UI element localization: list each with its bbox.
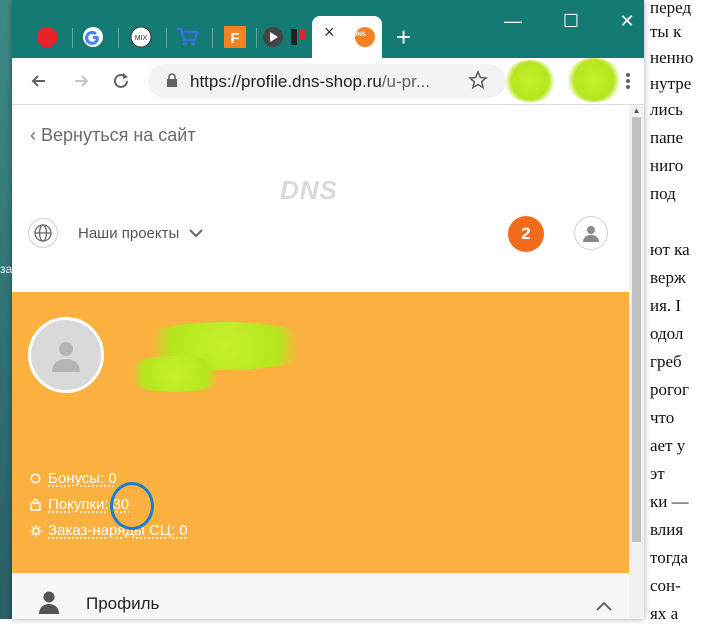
doc-line: одол bbox=[650, 324, 684, 343]
play-icon[interactable] bbox=[260, 24, 286, 50]
f-icon[interactable]: F bbox=[222, 24, 248, 50]
red-stop-icon[interactable] bbox=[34, 24, 60, 50]
doc-line: лись bbox=[650, 100, 683, 119]
doc-line: ниго bbox=[650, 156, 684, 175]
doc-line: влия bbox=[650, 520, 684, 539]
globe-icon bbox=[28, 218, 58, 248]
tab-separator bbox=[212, 28, 213, 48]
tab-separator bbox=[256, 28, 257, 48]
highlight-annotation bbox=[110, 482, 154, 530]
forward-arrow-icon[interactable] bbox=[66, 66, 96, 96]
chevron-up-icon[interactable] bbox=[596, 598, 612, 616]
url-path: /u-pr... bbox=[381, 72, 431, 91]
google-icon[interactable] bbox=[80, 24, 106, 50]
dns-logo[interactable]: DNS bbox=[280, 175, 338, 206]
lock-icon bbox=[166, 73, 178, 93]
redaction-blob bbox=[504, 60, 556, 102]
browser-toolbar: https://profile.dns-shop.ru/u-pr... bbox=[12, 58, 644, 105]
maximize-button[interactable]: ☐ bbox=[556, 10, 586, 32]
tab-separator bbox=[166, 28, 167, 48]
doc-line: ях а bbox=[650, 604, 679, 623]
doc-line: греб bbox=[650, 352, 682, 371]
circle-icon bbox=[30, 473, 42, 484]
browser-window: — ☐ ✕ MIX F × DNS + https://profile.dns-… bbox=[12, 0, 644, 619]
doc-line: папе bbox=[650, 128, 684, 147]
url-host: https://profile.dns-shop.ru bbox=[190, 72, 382, 91]
address-bar[interactable]: https://profile.dns-shop.ru/u-pr... bbox=[148, 64, 506, 98]
chevron-down-icon bbox=[189, 228, 204, 238]
gear-icon bbox=[30, 524, 42, 537]
profile-label: Профиль bbox=[86, 594, 160, 613]
scrollbar-thumb[interactable] bbox=[632, 117, 641, 542]
doc-line: ки — bbox=[650, 492, 689, 511]
back-arrow-icon[interactable] bbox=[24, 66, 54, 96]
new-tab-button[interactable]: + bbox=[396, 22, 411, 53]
user-icon[interactable] bbox=[574, 216, 608, 250]
notification-badge[interactable]: 2 bbox=[508, 216, 544, 252]
desktop-edge-text: за bbox=[0, 262, 12, 276]
tab-bar: — ☐ ✕ MIX F × DNS + bbox=[12, 0, 644, 62]
doc-line: ют ка bbox=[650, 240, 690, 259]
doc-line: что bbox=[650, 408, 675, 427]
cart-icon[interactable] bbox=[174, 24, 200, 50]
reload-icon[interactable] bbox=[106, 66, 136, 96]
redaction-blob bbox=[566, 58, 622, 102]
bonuses-link[interactable]: Бонусы: 0 bbox=[48, 470, 117, 487]
profile-section-header[interactable]: Профиль bbox=[12, 573, 637, 619]
redaction-blob bbox=[120, 356, 230, 392]
mix-icon[interactable]: MIX bbox=[128, 24, 154, 50]
doc-line: сон- bbox=[650, 576, 681, 595]
doc-line: эт bbox=[650, 464, 665, 483]
doc-line: ненно bbox=[650, 48, 694, 67]
doc-line: тогда bbox=[650, 548, 689, 567]
svg-text:MIX: MIX bbox=[135, 35, 148, 42]
menu-dots-icon[interactable] bbox=[618, 66, 638, 96]
bookmark-icon[interactable] bbox=[286, 24, 312, 50]
doc-line: нутре bbox=[650, 74, 692, 93]
dns-icon-text: DNS bbox=[353, 32, 366, 38]
scroll-up-arrow-icon[interactable]: ▲ bbox=[632, 107, 641, 115]
back-to-site-link[interactable]: ‹ Вернуться на сайт bbox=[30, 125, 196, 146]
bag-icon bbox=[30, 498, 42, 511]
star-icon[interactable] bbox=[468, 69, 488, 95]
doc-line: ты к bbox=[650, 22, 682, 41]
close-window-button[interactable]: ✕ bbox=[612, 10, 642, 32]
tab-separator bbox=[72, 28, 73, 48]
page-content: ‹ Вернуться на сайт DNS Наши проекты 2 Б… bbox=[12, 105, 644, 619]
doc-line: верж bbox=[650, 268, 686, 287]
profile-card: Бонусы: 0 Покупки: 30 Заказ-наряды СЦ: 0 bbox=[12, 292, 637, 573]
doc-line: перед bbox=[650, 0, 692, 17]
desktop-edge bbox=[0, 0, 12, 619]
close-tab-icon[interactable]: × bbox=[324, 22, 335, 43]
doc-line: ает у bbox=[650, 436, 686, 455]
tab-separator bbox=[118, 28, 119, 48]
url-text[interactable]: https://profile.dns-shop.ru/u-pr... bbox=[190, 72, 455, 92]
minimize-button[interactable]: — bbox=[498, 10, 528, 32]
bonuses-stat[interactable]: Бонусы: 0 bbox=[30, 470, 117, 487]
scrollbar[interactable]: ▲ bbox=[629, 105, 644, 619]
person-icon bbox=[38, 590, 60, 619]
doc-line: под bbox=[650, 184, 676, 203]
purchases-link[interactable]: Покупки: bbox=[48, 496, 109, 513]
projects-label: Наши проекты bbox=[78, 224, 180, 242]
svg-text:F: F bbox=[230, 30, 239, 47]
avatar[interactable] bbox=[28, 317, 104, 393]
projects-dropdown[interactable]: Наши проекты bbox=[28, 217, 204, 249]
doc-line: рогог bbox=[650, 380, 690, 399]
orders-stat[interactable]: Заказ-наряды СЦ: 0 bbox=[30, 522, 188, 539]
doc-line: ия. I bbox=[650, 296, 682, 315]
